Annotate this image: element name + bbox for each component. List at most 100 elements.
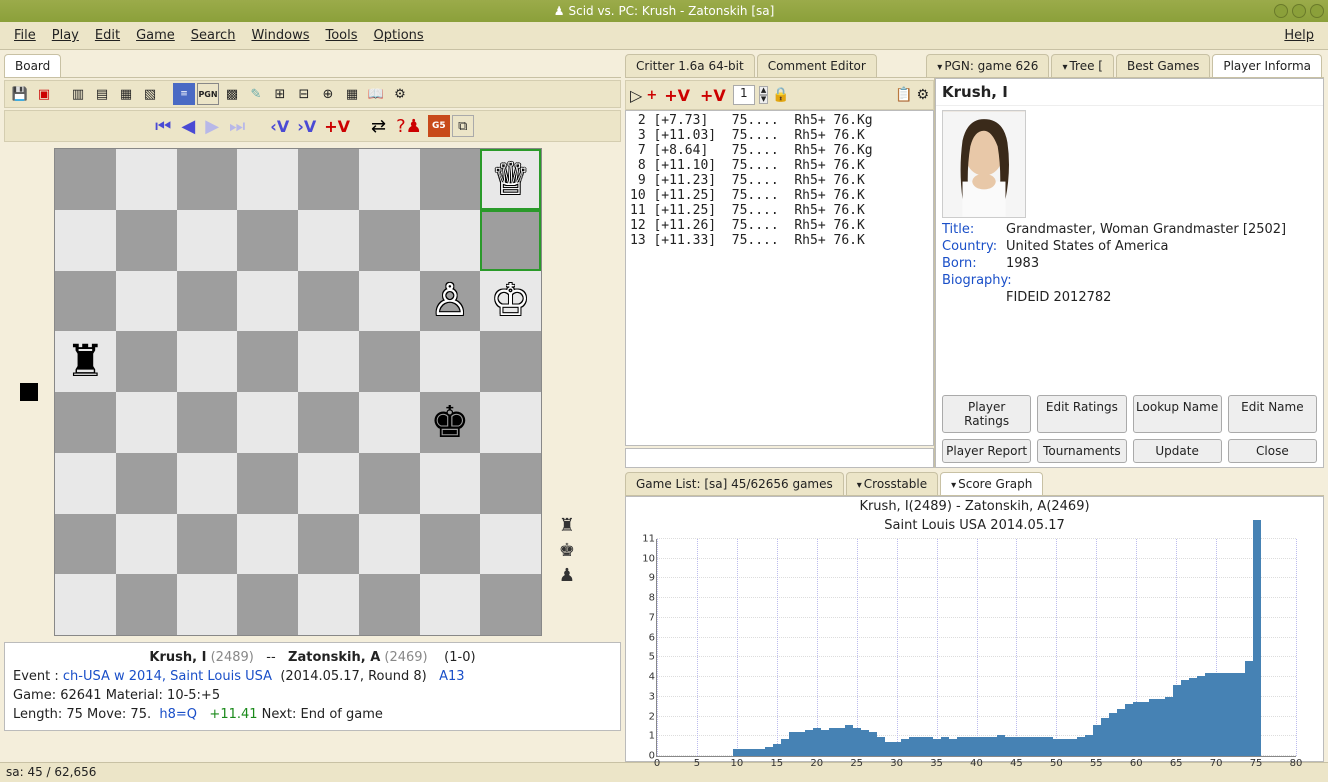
square-g4[interactable]: ♚: [420, 392, 481, 453]
square-h6[interactable]: ♔: [480, 271, 541, 332]
square-e4[interactable]: [298, 392, 359, 453]
flip-icon[interactable]: ⇄: [367, 116, 390, 137]
engine-output[interactable]: 2 [+7.73] 75.... Rh5+ 76.Kg 3 [+11.03] 7…: [625, 110, 934, 446]
close-window-button[interactable]: [1310, 4, 1324, 18]
square-g7[interactable]: [420, 210, 481, 271]
tab-comment[interactable]: Comment Editor: [757, 54, 877, 77]
square-e3[interactable]: [298, 453, 359, 514]
square-c6[interactable]: [177, 271, 238, 332]
square-b4[interactable]: [116, 392, 177, 453]
spin-up-icon[interactable]: ▲: [759, 86, 768, 95]
square-g3[interactable]: [420, 453, 481, 514]
tab-tree[interactable]: Tree [: [1051, 54, 1114, 77]
menu-file[interactable]: File: [6, 24, 44, 47]
player-ratings-button[interactable]: Player Ratings: [942, 395, 1031, 433]
square-h5[interactable]: [480, 331, 541, 392]
square-h7[interactable]: [480, 210, 541, 271]
tournaments-button[interactable]: Tournaments: [1037, 439, 1126, 463]
nav-back-icon[interactable]: ◀: [177, 116, 199, 137]
tool-icon-4[interactable]: ▧: [139, 83, 161, 105]
square-c1[interactable]: [177, 574, 238, 635]
square-e1[interactable]: [298, 574, 359, 635]
square-e7[interactable]: [298, 210, 359, 271]
square-h2[interactable]: [480, 514, 541, 575]
square-f1[interactable]: [359, 574, 420, 635]
menu-windows[interactable]: Windows: [243, 24, 317, 47]
pgn-icon[interactable]: PGN: [197, 83, 219, 105]
tree-icon[interactable]: ⊞: [269, 83, 291, 105]
square-c7[interactable]: [177, 210, 238, 271]
engine-plusv1-icon[interactable]: +V: [661, 86, 693, 105]
menu-tools[interactable]: Tools: [317, 24, 365, 47]
square-a3[interactable]: [55, 453, 116, 514]
square-c5[interactable]: [177, 331, 238, 392]
tab-scoregraph[interactable]: Score Graph: [940, 472, 1043, 495]
square-f2[interactable]: [359, 514, 420, 575]
square-d4[interactable]: [237, 392, 298, 453]
square-a2[interactable]: [55, 514, 116, 575]
square-a8[interactable]: [55, 149, 116, 210]
tool-icon-1[interactable]: ▥: [67, 83, 89, 105]
square-a5[interactable]: ♜: [55, 331, 116, 392]
menu-help[interactable]: Help: [1276, 24, 1322, 47]
square-a1[interactable]: [55, 574, 116, 635]
square-g1[interactable]: [420, 574, 481, 635]
tab-pgn[interactable]: PGN: game 626: [926, 54, 1049, 77]
grid-icon[interactable]: ▦: [341, 83, 363, 105]
save-icon[interactable]: 💾: [9, 83, 31, 105]
menu-play[interactable]: Play: [44, 24, 87, 47]
square-b6[interactable]: [116, 271, 177, 332]
tool-icon-5[interactable]: ▩: [221, 83, 243, 105]
update-button[interactable]: Update: [1133, 439, 1222, 463]
square-b3[interactable]: [116, 453, 177, 514]
square-d6[interactable]: [237, 271, 298, 332]
square-f4[interactable]: [359, 392, 420, 453]
menu-search[interactable]: Search: [183, 24, 244, 47]
config-icon[interactable]: ⚙: [916, 87, 929, 103]
minimize-button[interactable]: [1274, 4, 1288, 18]
square-b1[interactable]: [116, 574, 177, 635]
tab-board[interactable]: Board: [4, 54, 61, 77]
eco-link[interactable]: A13: [439, 669, 464, 684]
square-h1[interactable]: [480, 574, 541, 635]
varfwd-icon[interactable]: ›V: [294, 117, 319, 136]
tab-engine[interactable]: Critter 1.6a 64-bit: [625, 54, 755, 77]
tool-icon-3[interactable]: ▦: [115, 83, 137, 105]
square-a4[interactable]: [55, 392, 116, 453]
square-b5[interactable]: [116, 331, 177, 392]
square-d7[interactable]: [237, 210, 298, 271]
square-g8[interactable]: [420, 149, 481, 210]
book-icon[interactable]: 📖: [365, 83, 387, 105]
edit-name-button[interactable]: Edit Name: [1228, 395, 1317, 433]
square-a6[interactable]: [55, 271, 116, 332]
lookup-name-button[interactable]: Lookup Name: [1133, 395, 1222, 433]
engine-plusv2-icon[interactable]: +V: [697, 86, 729, 105]
square-d1[interactable]: [237, 574, 298, 635]
square-g2[interactable]: [420, 514, 481, 575]
spread-icon[interactable]: ⊟: [293, 83, 315, 105]
event-link[interactable]: ch-USA w 2014, Saint Louis USA: [63, 669, 272, 684]
square-f8[interactable]: [359, 149, 420, 210]
square-b7[interactable]: [116, 210, 177, 271]
square-f6[interactable]: [359, 271, 420, 332]
square-b2[interactable]: [116, 514, 177, 575]
gamelist-icon[interactable]: ≡: [173, 83, 195, 105]
copy-icon[interactable]: ⧉: [452, 115, 474, 137]
square-f3[interactable]: [359, 453, 420, 514]
square-e5[interactable]: [298, 331, 359, 392]
square-c4[interactable]: [177, 392, 238, 453]
square-b8[interactable]: [116, 149, 177, 210]
move-notation[interactable]: h8=Q: [159, 707, 197, 722]
square-d3[interactable]: [237, 453, 298, 514]
nav-start-icon[interactable]: ⏮: [151, 116, 175, 137]
nav-fwd-icon[interactable]: ▶: [201, 116, 223, 137]
square-c8[interactable]: [177, 149, 238, 210]
square-a7[interactable]: [55, 210, 116, 271]
square-e8[interactable]: [298, 149, 359, 210]
engine-mpv-input[interactable]: 1: [733, 85, 755, 105]
square-f7[interactable]: [359, 210, 420, 271]
lock-icon[interactable]: 🔒: [772, 87, 789, 103]
square-d5[interactable]: [237, 331, 298, 392]
hint-icon[interactable]: ?♟: [392, 116, 426, 137]
square-d8[interactable]: [237, 149, 298, 210]
